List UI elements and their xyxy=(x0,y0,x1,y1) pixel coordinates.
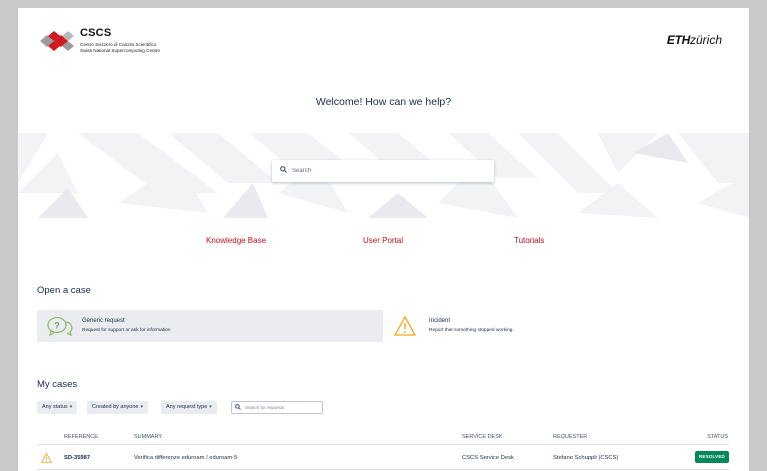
created-by-filter-label: Created by anyone xyxy=(92,404,139,410)
status-badge: RESOLVED xyxy=(694,451,729,463)
request-search-box[interactable] xyxy=(231,401,323,414)
page: CSCS Centro Svizzero di Calcolo Scientif… xyxy=(18,8,749,471)
search-icon xyxy=(280,166,287,173)
knowledge-base-link[interactable]: Knowledge Base xyxy=(206,236,266,245)
row-summary[interactable]: Verifica differenze eduroam / eduroam-5 xyxy=(134,455,237,461)
incident-card[interactable]: Incident Report that something stopped w… xyxy=(384,310,730,342)
table-row[interactable]: SD-35987 Verifica differenze eduroam / e… xyxy=(37,446,729,470)
open-case-heading: Open a case xyxy=(37,285,91,296)
created-by-filter-dropdown[interactable]: Created by anyone ▾ xyxy=(87,401,148,414)
cscs-logo[interactable]: CSCS Centro Svizzero di Calcolo Scientif… xyxy=(38,27,168,57)
help-search-input[interactable] xyxy=(292,164,482,178)
welcome-heading: Welcome! How can we help? xyxy=(315,96,452,108)
row-reference[interactable]: SD-35987 xyxy=(64,455,90,461)
chevron-down-icon: ▾ xyxy=(209,404,212,410)
row-requester: Stefano Schuppli (CSCS) xyxy=(553,455,619,461)
search-icon xyxy=(235,404,241,410)
request-search-input[interactable] xyxy=(245,403,319,412)
column-header-requester[interactable]: REQUESTER xyxy=(553,434,587,440)
logo-name: CSCS xyxy=(80,27,112,39)
table-row-divider xyxy=(37,469,729,470)
incident-warning-icon xyxy=(41,453,52,463)
generic-request-title: Generic request xyxy=(82,318,125,324)
row-service-desk: CSCS Service Desk xyxy=(462,455,514,461)
chevron-down-icon: ▾ xyxy=(140,404,143,410)
request-type-filter-dropdown[interactable]: Any request type ▾ xyxy=(161,401,217,414)
help-search-box[interactable] xyxy=(272,160,494,182)
status-filter-dropdown[interactable]: Any status ▾ xyxy=(37,401,78,414)
logo-subtitle-it: Centro Svizzero di Calcolo Scientifico xyxy=(80,42,157,47)
column-header-reference[interactable]: REFERENCE xyxy=(64,434,98,440)
chat-question-icon: ? xyxy=(47,316,73,337)
incident-description: Report that something stopped working. xyxy=(429,328,514,333)
logo-subtitle-en: Swiss National Supercomputing Centre xyxy=(80,48,160,53)
generic-request-card[interactable]: ? Generic request Request for support or… xyxy=(37,310,383,342)
user-portal-link[interactable]: User Portal xyxy=(363,236,403,245)
column-header-status[interactable]: STATUS xyxy=(707,434,728,440)
tutorials-link[interactable]: Tutorials xyxy=(514,236,544,245)
svg-text:?: ? xyxy=(54,321,60,331)
column-header-summary[interactable]: SUMMARY xyxy=(134,434,162,440)
eth-zurich-logo[interactable]: ETHzürich xyxy=(667,33,722,47)
eth-logo-bold: ETH xyxy=(666,33,690,47)
generic-request-description: Request for support or ask for informati… xyxy=(82,328,171,333)
eth-logo-italic: zürich xyxy=(689,33,722,47)
incident-title: Incident xyxy=(429,318,451,324)
my-cases-heading: My cases xyxy=(37,379,78,390)
request-type-filter-label: Any request type xyxy=(166,404,208,410)
warning-triangle-icon xyxy=(394,316,416,336)
table-header-divider xyxy=(37,444,729,445)
chevron-down-icon: ▾ xyxy=(69,404,73,410)
cscs-diamond-icon xyxy=(40,31,74,51)
status-filter-label: Any status xyxy=(42,404,68,410)
column-header-service-desk[interactable]: SERVICE DESK xyxy=(462,434,503,440)
